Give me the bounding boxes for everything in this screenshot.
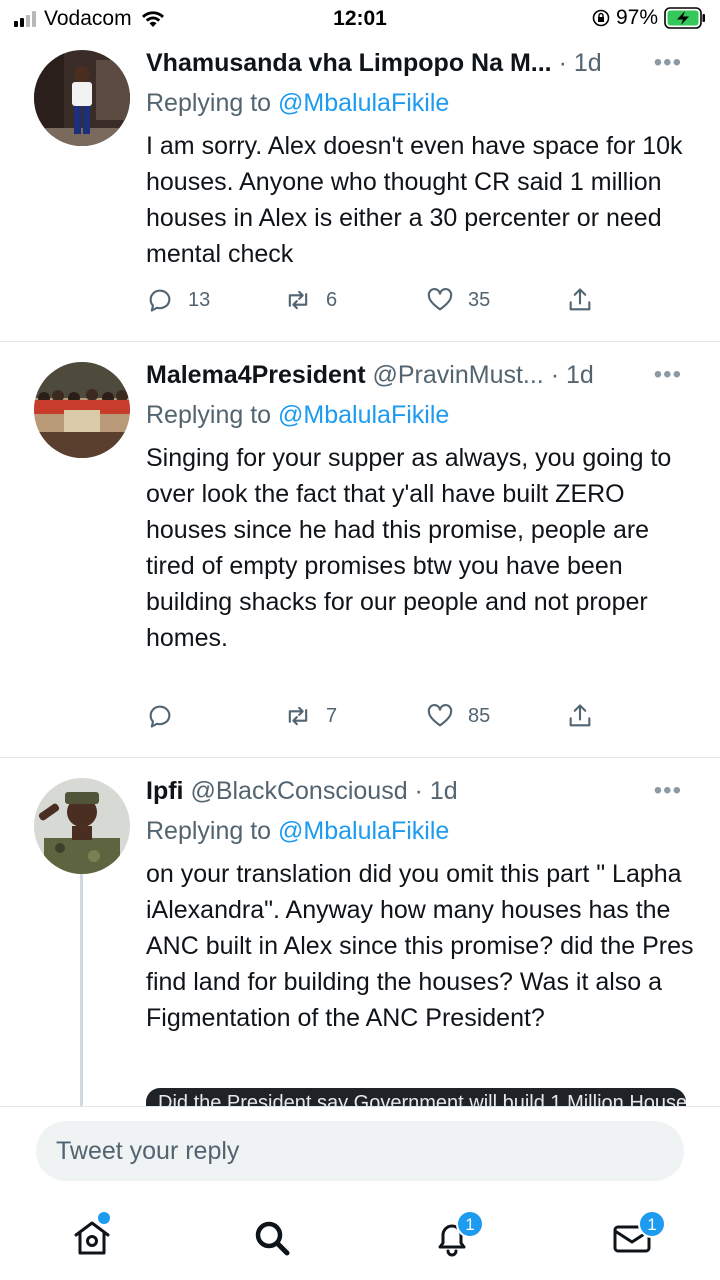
retweet-button[interactable]: 7 bbox=[284, 702, 337, 730]
replying-mention[interactable]: @MbalulaFikile bbox=[278, 401, 449, 429]
media-card[interactable]: Did the President say Government will bu… bbox=[146, 1088, 686, 1106]
nav-messages[interactable]: 1 bbox=[610, 1210, 666, 1260]
search-icon bbox=[255, 1221, 290, 1256]
like-count: 85 bbox=[468, 704, 491, 727]
replying-to: Replying to @MbalulaFikile bbox=[146, 816, 696, 846]
more-options-icon[interactable]: ••• bbox=[654, 358, 682, 392]
replying-label: Replying to bbox=[146, 401, 272, 429]
avatar[interactable] bbox=[34, 50, 130, 146]
tweet-1[interactable]: Vhamusanda vha Limpopo Na M... · 1d ••• … bbox=[0, 40, 720, 342]
share-button[interactable] bbox=[566, 702, 594, 730]
reply-bar bbox=[0, 1106, 720, 1186]
handle[interactable]: @PravinMust... bbox=[373, 361, 544, 389]
tweet-content: Ipfi @BlackConsciousd · 1d ••• Replying … bbox=[146, 774, 696, 1036]
tweet-header: Malema4President @PravinMust... · 1d ••• bbox=[146, 358, 696, 392]
like-button[interactable]: 85 bbox=[426, 702, 490, 730]
battery-charging-icon bbox=[664, 7, 705, 29]
timestamp: · 1d bbox=[558, 49, 602, 77]
tweet-text: on your translation did you omit this pa… bbox=[146, 860, 694, 1032]
replying-mention[interactable]: @MbalulaFikile bbox=[278, 817, 449, 845]
retweet-icon bbox=[288, 706, 308, 726]
tweet-text: Singing for your supper as always, you g… bbox=[146, 444, 672, 652]
reply-icon bbox=[149, 289, 171, 312]
notifications-badge: 1 bbox=[456, 1210, 484, 1238]
tweet-3[interactable]: Ipfi @BlackConsciousd · 1d ••• Replying … bbox=[0, 758, 720, 1106]
tweet-content: Vhamusanda vha Limpopo Na M... · 1d ••• … bbox=[146, 46, 696, 272]
display-name[interactable]: Malema4President bbox=[146, 361, 366, 389]
nav-notifications[interactable]: 1 bbox=[430, 1210, 484, 1260]
reply-input[interactable] bbox=[36, 1121, 684, 1181]
share-icon bbox=[569, 704, 591, 727]
rotation-lock-icon bbox=[592, 9, 610, 27]
like-button[interactable]: 35 bbox=[426, 286, 490, 314]
reply-count: 13 bbox=[188, 288, 211, 311]
status-bar: Vodacom 12:01 97% bbox=[0, 0, 720, 38]
avatar[interactable] bbox=[34, 778, 130, 874]
retweet-count: 6 bbox=[326, 288, 338, 311]
replying-label: Replying to bbox=[146, 817, 272, 845]
more-options-icon[interactable]: ••• bbox=[654, 774, 682, 808]
tweet-actions: 7 85 bbox=[146, 702, 616, 736]
messages-badge: 1 bbox=[638, 1210, 666, 1238]
more-options-icon[interactable]: ••• bbox=[654, 46, 682, 80]
retweet-button[interactable]: 6 bbox=[284, 286, 337, 314]
share-icon bbox=[569, 288, 591, 311]
thread-line bbox=[80, 860, 83, 1106]
media-caption: Did the President say Government will bu… bbox=[158, 1092, 686, 1106]
tweet-2[interactable]: Malema4President @PravinMust... · 1d •••… bbox=[0, 342, 720, 758]
like-count: 35 bbox=[468, 288, 491, 311]
heart-icon bbox=[427, 704, 453, 727]
reply-icon bbox=[149, 705, 171, 728]
reply-button[interactable]: 13 bbox=[146, 286, 210, 314]
replying-label: Replying to bbox=[146, 89, 272, 117]
home-new-dot bbox=[98, 1212, 110, 1224]
share-button[interactable] bbox=[566, 286, 594, 314]
tweet-text: I am sorry. Alex doesn't even have space… bbox=[146, 132, 683, 268]
bottom-nav: 1 1 bbox=[0, 1186, 720, 1280]
battery-percentage: 97% bbox=[615, 6, 658, 29]
replying-to: Replying to @MbalulaFikile bbox=[146, 88, 696, 118]
timestamp: · 1d bbox=[414, 777, 458, 805]
heart-icon bbox=[427, 288, 453, 311]
nav-home[interactable] bbox=[70, 1212, 114, 1260]
tweet-header: Vhamusanda vha Limpopo Na M... · 1d ••• bbox=[146, 46, 696, 80]
tweet-actions: 13 6 35 bbox=[146, 286, 616, 320]
retweet-icon bbox=[288, 290, 308, 310]
avatar[interactable] bbox=[34, 362, 130, 458]
replying-mention[interactable]: @MbalulaFikile bbox=[278, 89, 449, 117]
handle[interactable]: @BlackConsciousd bbox=[190, 777, 407, 805]
tweet-content: Malema4President @PravinMust... · 1d •••… bbox=[146, 358, 696, 656]
nav-search[interactable] bbox=[250, 1216, 294, 1260]
reply-button[interactable] bbox=[146, 702, 188, 730]
tweet-header: Ipfi @BlackConsciousd · 1d ••• bbox=[146, 774, 696, 808]
battery-group: 97% bbox=[592, 6, 706, 30]
display-name[interactable]: Vhamusanda vha Limpopo Na M... bbox=[146, 49, 552, 77]
display-name[interactable]: Ipfi bbox=[146, 777, 184, 805]
timestamp: · 1d bbox=[550, 361, 594, 389]
replying-to: Replying to @MbalulaFikile bbox=[146, 400, 696, 430]
retweet-count: 7 bbox=[326, 704, 338, 727]
